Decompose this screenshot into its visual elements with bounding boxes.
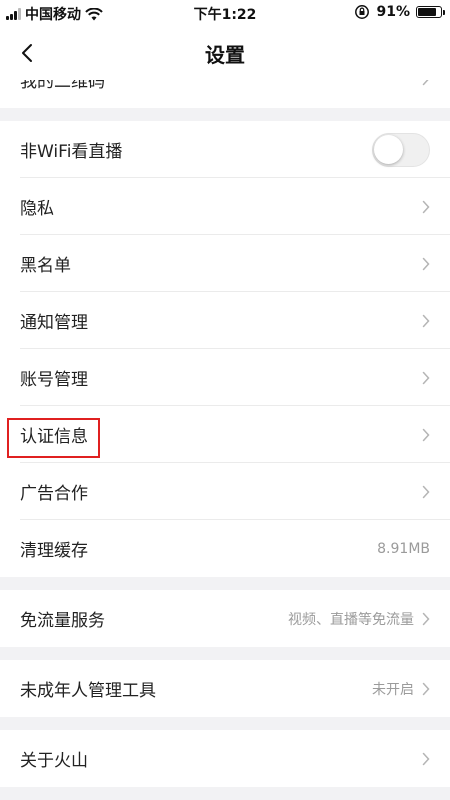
chevron-left-icon: [22, 44, 32, 62]
settings-item-label: 黑名单: [20, 256, 71, 276]
settings-item-accessory: 未开启: [372, 660, 430, 717]
settings-item-accessory: [422, 178, 430, 235]
settings-item-my-qrcode[interactable]: 我的二维码: [0, 80, 450, 108]
page-title: 设置: [205, 42, 245, 67]
chevron-right-icon: [422, 80, 429, 86]
settings-item-accessory: 8.91MB: [377, 520, 430, 577]
battery-percent: 91%: [376, 4, 410, 20]
chevron-right-icon: [422, 682, 430, 695]
settings-item-label: 清理缓存: [20, 541, 88, 561]
settings-item-accessory: [422, 349, 430, 406]
chevron-right-icon: [422, 371, 430, 384]
settings-item-accessory: [422, 292, 430, 349]
settings-item-ad-cooperation[interactable]: 广告合作: [0, 463, 450, 520]
section-gap: [0, 647, 450, 660]
chevron-right-icon: [422, 200, 430, 213]
section-gap: [0, 108, 450, 121]
section-gap: [0, 577, 450, 590]
settings-item-label: 未成年人管理工具: [20, 681, 156, 701]
settings-item-label: 广告合作: [20, 484, 88, 504]
settings-item-account[interactable]: 账号管理: [0, 349, 450, 406]
non-wifi-live-toggle[interactable]: [372, 132, 430, 167]
settings-list: 我的二维码 非WiFi看直播 隐私 黑名单 通知管理 账号管理 认证信息 广告合…: [0, 80, 450, 787]
settings-item-label: 非WiFi看直播: [20, 142, 123, 162]
settings-item-label: 账号管理: [20, 370, 88, 390]
settings-item-label: 免流量服务: [20, 611, 105, 631]
chevron-right-icon: [422, 612, 430, 625]
chevron-right-icon: [422, 428, 430, 441]
section-gap: [0, 717, 450, 730]
settings-item-accessory: [422, 463, 430, 520]
settings-item-accessory: [372, 121, 430, 178]
settings-item-clear-cache[interactable]: 清理缓存 8.91MB: [0, 520, 450, 577]
settings-item-label: 通知管理: [20, 313, 88, 333]
battery-icon: [416, 6, 445, 18]
settings-item-accessory: [422, 235, 430, 292]
cache-size-value: 8.91MB: [377, 540, 430, 557]
toggle-knob: [374, 134, 403, 164]
battery-level: [418, 8, 437, 16]
chevron-right-icon: [422, 257, 430, 270]
chevron-right-icon: [422, 314, 430, 327]
settings-item-non-wifi-live: 非WiFi看直播: [0, 121, 450, 178]
settings-item-minor-tools[interactable]: 未成年人管理工具 未开启: [0, 660, 450, 717]
settings-item-accessory: [422, 730, 430, 787]
settings-item-label: 认证信息: [20, 427, 88, 447]
settings-item-accessory: [422, 80, 430, 86]
chevron-right-icon: [422, 485, 430, 498]
settings-item-label: 我的二维码: [20, 80, 105, 92]
status-bar: 中国移动 下午1:22 91%: [0, 0, 450, 26]
minor-tools-status: 未开启: [372, 681, 414, 698]
settings-item-blacklist[interactable]: 黑名单: [0, 235, 450, 292]
status-right: 91%: [354, 4, 445, 20]
settings-item-data-free-service[interactable]: 免流量服务 视频、直播等免流量: [0, 590, 450, 647]
settings-item-verification[interactable]: 认证信息: [0, 406, 450, 463]
settings-item-notifications[interactable]: 通知管理: [0, 292, 450, 349]
data-free-value: 视频、直播等免流量: [288, 611, 414, 628]
settings-item-about[interactable]: 关于火山: [0, 730, 450, 787]
chevron-right-icon: [422, 752, 430, 765]
settings-item-label: 隐私: [20, 199, 54, 219]
back-button[interactable]: [12, 38, 42, 68]
settings-item-accessory: 视频、直播等免流量: [288, 590, 430, 647]
settings-item-accessory: [422, 406, 430, 463]
orientation-lock-icon: [355, 5, 370, 19]
nav-bar: 设置: [0, 26, 450, 80]
settings-item-label: 关于火山: [20, 751, 88, 771]
settings-item-privacy[interactable]: 隐私: [0, 178, 450, 235]
